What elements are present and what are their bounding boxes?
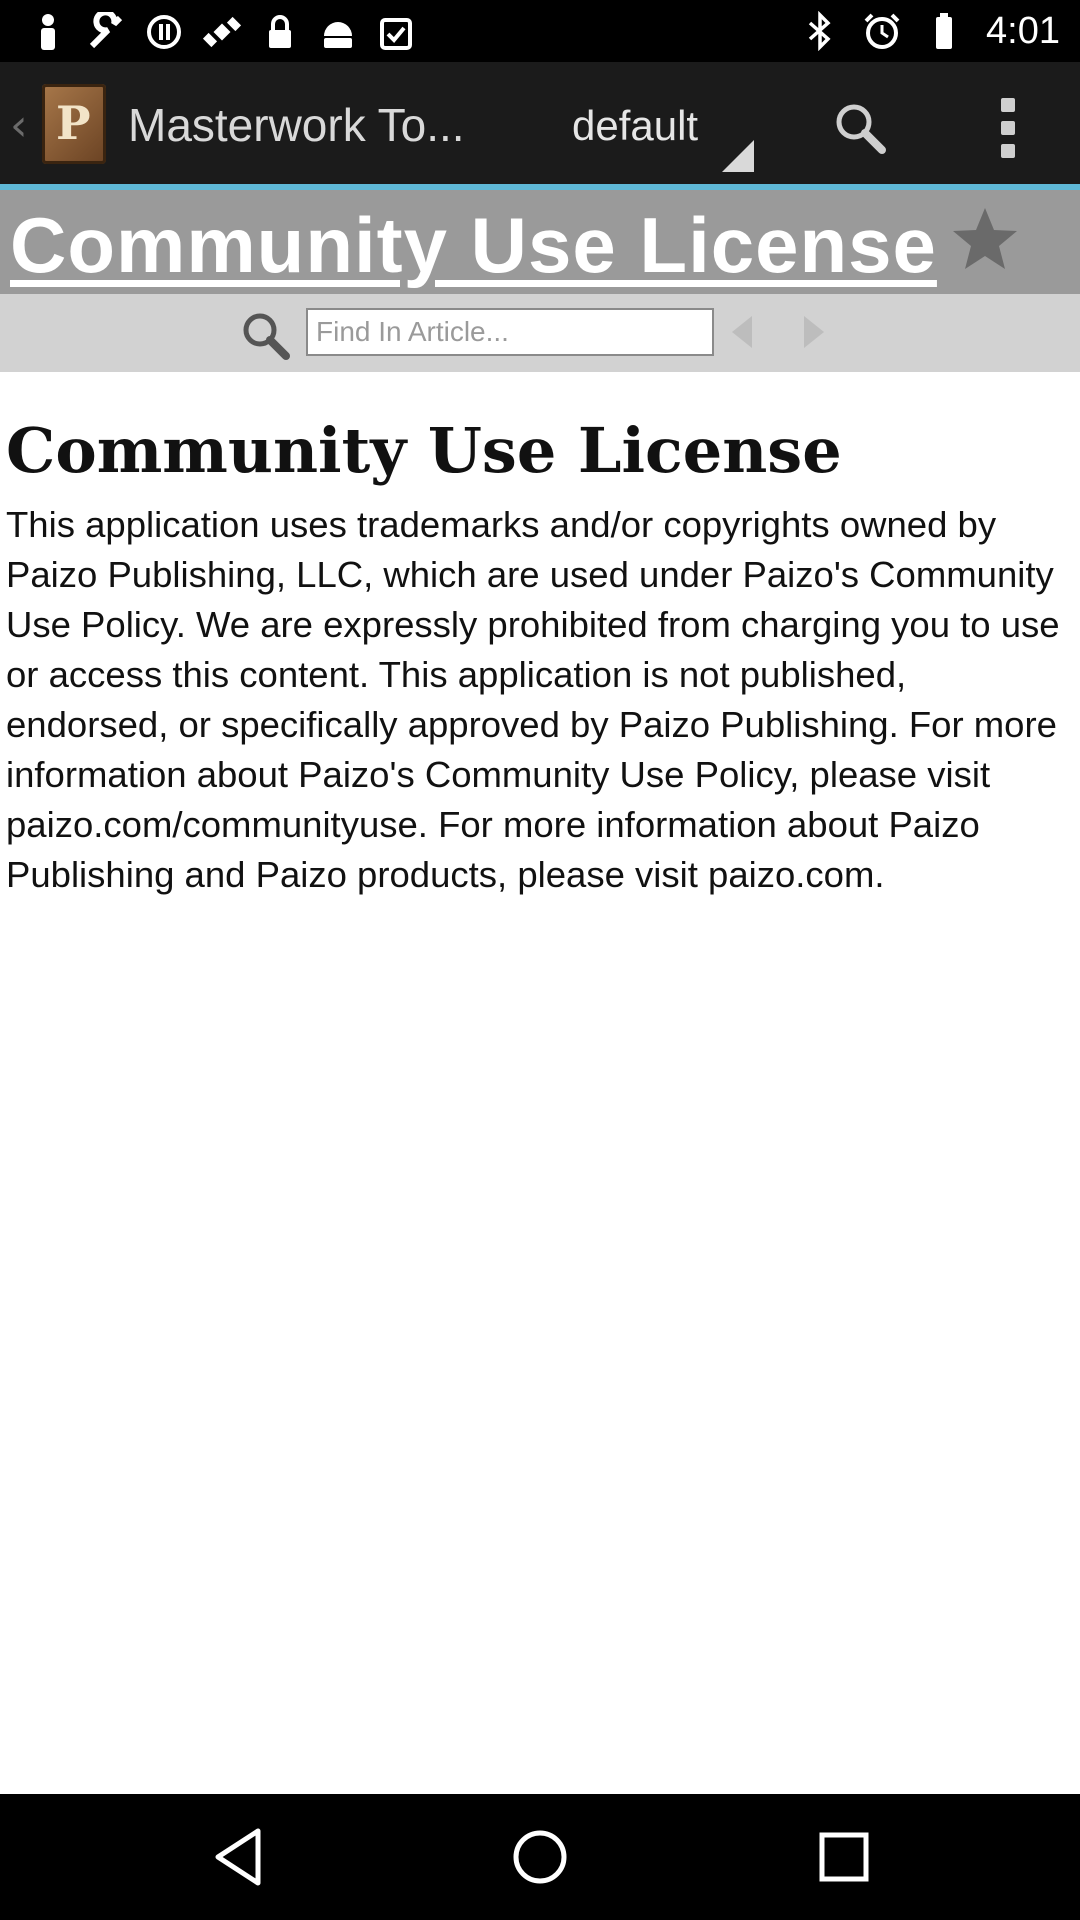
article-header-title: Community Use License — [10, 201, 937, 289]
search-icon[interactable] — [832, 100, 888, 156]
app-logo-icon[interactable]: P — [42, 84, 106, 164]
back-nav-icon[interactable] — [208, 1825, 272, 1889]
alarm-icon — [864, 13, 900, 49]
android-icon — [324, 22, 352, 48]
lock-icon — [269, 15, 291, 48]
app-title[interactable]: Masterwork To... — [128, 98, 465, 152]
sync-icon — [147, 15, 181, 49]
notification-icons — [28, 12, 416, 52]
favorite-star-icon[interactable] — [950, 204, 1020, 274]
person-icon — [41, 14, 55, 50]
profile-dropdown[interactable]: default — [572, 102, 698, 150]
battery-icon — [936, 13, 953, 49]
navigation-bar — [0, 1794, 1080, 1920]
back-chevron-icon[interactable]: ‹ — [10, 100, 28, 151]
system-icons: 4:01 — [800, 8, 1060, 54]
find-in-article-bar — [0, 294, 1080, 372]
article-body: This application uses trademarks and/or … — [6, 504, 1060, 895]
article-heading: Community Use License — [6, 414, 842, 487]
status-bar: 4:01 — [0, 0, 1080, 62]
clock: 4:01 — [986, 10, 1060, 52]
clipboard-check-icon — [380, 18, 412, 50]
article-header: Community Use License — [0, 190, 1080, 294]
recents-nav-icon[interactable] — [812, 1825, 876, 1889]
overflow-menu-icon[interactable] — [1000, 98, 1016, 158]
find-in-article-input[interactable] — [306, 308, 714, 356]
next-match-icon[interactable] — [800, 312, 828, 352]
home-nav-icon[interactable] — [508, 1825, 572, 1889]
previous-match-icon[interactable] — [728, 312, 756, 352]
action-bar: ‹ P Masterwork To... default — [0, 62, 1080, 184]
satellite-icon — [202, 16, 242, 48]
find-search-icon[interactable] — [238, 308, 294, 364]
bluetooth-icon — [808, 11, 831, 51]
dropdown-triangle-icon[interactable] — [722, 140, 754, 172]
wrench-icon — [89, 12, 123, 49]
